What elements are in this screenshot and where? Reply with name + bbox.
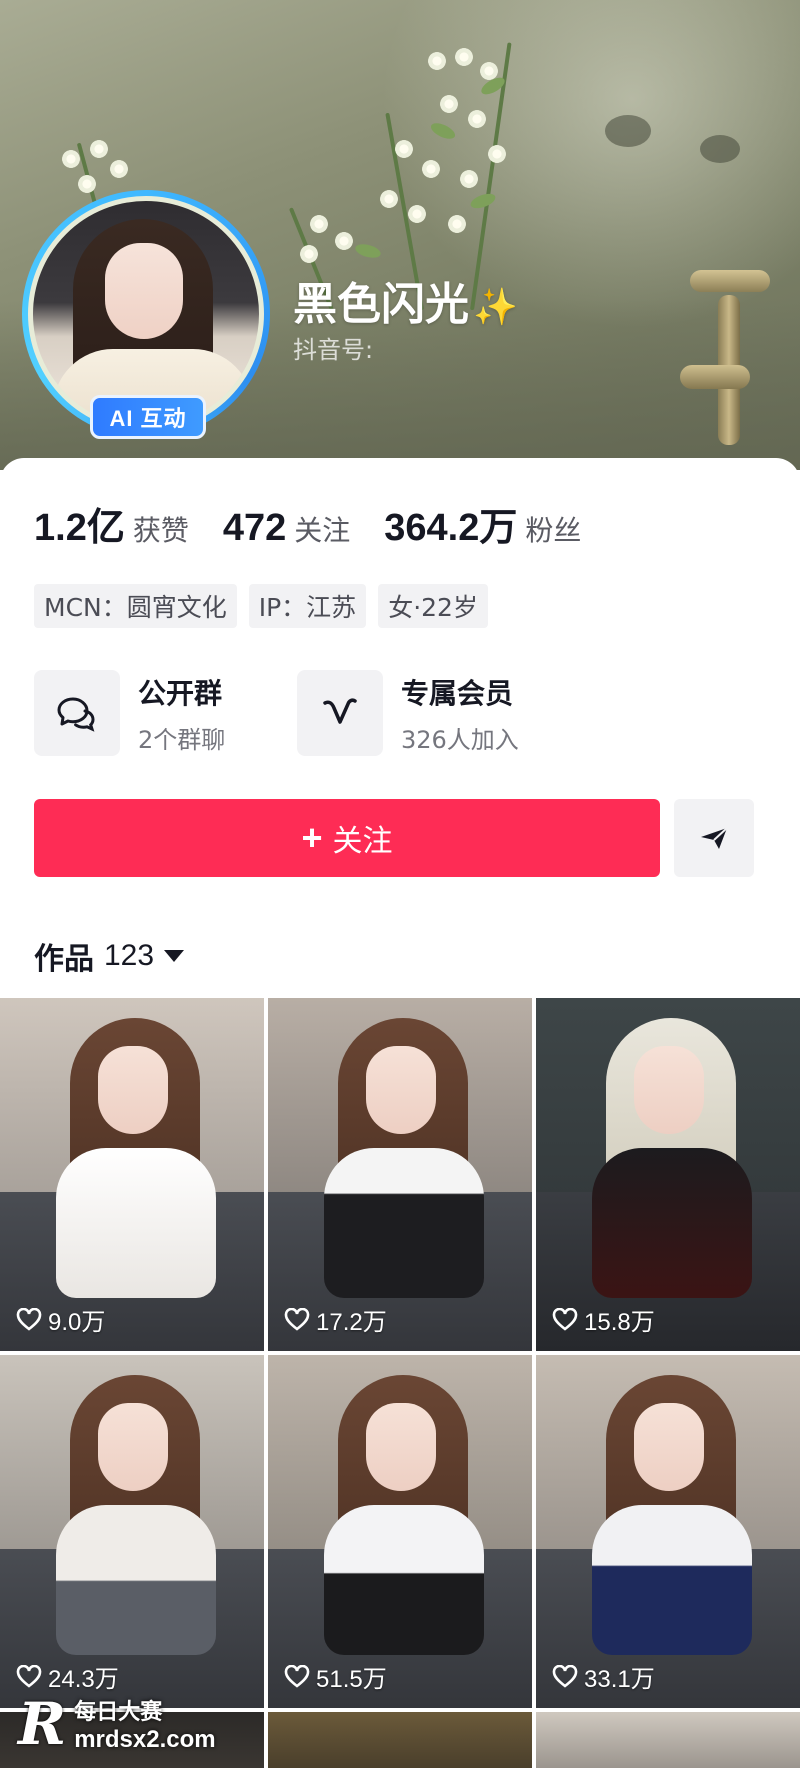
vip-member-title: 专属会员 (401, 676, 514, 710)
mcn-tag: MCN：圆宵文化 (34, 584, 237, 628)
like-count-value: 33.1万 (584, 1666, 655, 1693)
likes-label: 获赞 (132, 514, 189, 547)
vip-member-subtitle: 326人加入 (401, 725, 519, 754)
like-count-value: 9.0万 (48, 1309, 106, 1336)
work-thumbnail[interactable]: 51.5万 (268, 1355, 532, 1708)
plus-icon: + (301, 817, 323, 858)
work-thumbnail[interactable]: 9.0万 (0, 998, 264, 1351)
site-watermark: R 每日大赛 mrdsx2.com (18, 1690, 216, 1758)
vip-v-icon (297, 670, 383, 756)
stats-row: 1.2亿 获赞 472 关注 364.2万 粉丝 (34, 496, 615, 551)
like-count: 24.3万 (16, 1659, 119, 1694)
like-count: 15.8万 (552, 1302, 655, 1337)
caret-down-icon (164, 950, 185, 962)
watermark-line1: 每日大赛 (74, 1700, 163, 1725)
likes-count: 1.2亿 (34, 507, 125, 549)
ai-interact-badge[interactable]: AI 互动 (90, 395, 206, 439)
like-count: 51.5万 (284, 1659, 387, 1694)
works-tab[interactable]: 作品 123 (34, 934, 185, 978)
profile-nickname: 黑色闪光 ✨ (293, 268, 518, 332)
profile-tags: MCN：圆宵文化 IP：江苏 女·22岁 (34, 584, 488, 628)
heart-icon (552, 1307, 578, 1331)
like-count: 33.1万 (552, 1659, 655, 1694)
work-thumbnail[interactable] (536, 1712, 800, 1768)
works-label: 作品 (34, 942, 94, 977)
watermark-logo: R (18, 1690, 67, 1758)
faucet (680, 255, 790, 445)
send-arrow-icon (701, 827, 728, 849)
followers-label[interactable]: 粉丝 (525, 509, 581, 549)
profile-card: 1.2亿 获赞 472 关注 364.2万 粉丝 MCN：圆宵文化 IP：江苏 … (0, 458, 800, 1768)
work-thumbnail[interactable]: 24.3万 (0, 1355, 264, 1708)
like-count-value: 51.5万 (316, 1666, 387, 1693)
work-thumbnail[interactable] (268, 1712, 532, 1768)
gender-age-tag: 女·22岁 (378, 584, 488, 628)
heart-icon (16, 1307, 42, 1331)
work-thumbnail[interactable]: 15.8万 (536, 998, 800, 1351)
work-thumbnail[interactable]: 33.1万 (536, 1355, 800, 1708)
following-count[interactable]: 472 (223, 507, 286, 550)
like-count-value: 15.8万 (584, 1309, 655, 1336)
profile-banner: AI 互动 黑色闪光 ✨ 抖音号: (0, 0, 800, 470)
watermark-line2: mrdsx2.com (74, 1726, 216, 1753)
sparkle-icon: ✨ (473, 287, 518, 328)
heart-icon (284, 1307, 310, 1331)
ip-tag: IP：江苏 (248, 584, 367, 628)
wall-hole (700, 135, 740, 163)
douyin-id: 抖音号: (293, 336, 374, 364)
like-count: 17.2万 (284, 1302, 387, 1337)
work-thumbnail[interactable]: 17.2万 (268, 998, 532, 1351)
nickname-text: 黑色闪光 (293, 279, 469, 330)
like-count-value: 17.2万 (316, 1309, 387, 1336)
like-count: 9.0万 (16, 1302, 105, 1337)
public-group-subtitle: 2个群聊 (138, 725, 226, 754)
like-count-value: 24.3万 (48, 1666, 119, 1693)
heart-icon (16, 1664, 42, 1688)
followers-count[interactable]: 364.2万 (384, 496, 517, 551)
public-group-entry[interactable]: 公开群 2个群聊 (34, 670, 225, 756)
follow-button-label: 关注 (332, 825, 393, 858)
vip-member-entry[interactable]: 专属会员 326人加入 (297, 670, 519, 756)
share-button[interactable] (674, 799, 754, 877)
heart-icon (552, 1664, 578, 1688)
heart-icon (284, 1664, 310, 1688)
wall-hole (605, 115, 651, 147)
works-count: 123 (104, 939, 155, 972)
follow-button[interactable]: + 关注 (34, 799, 660, 877)
chat-bubbles-icon (34, 670, 120, 756)
public-group-title: 公开群 (138, 676, 223, 710)
following-label[interactable]: 关注 (294, 509, 350, 549)
